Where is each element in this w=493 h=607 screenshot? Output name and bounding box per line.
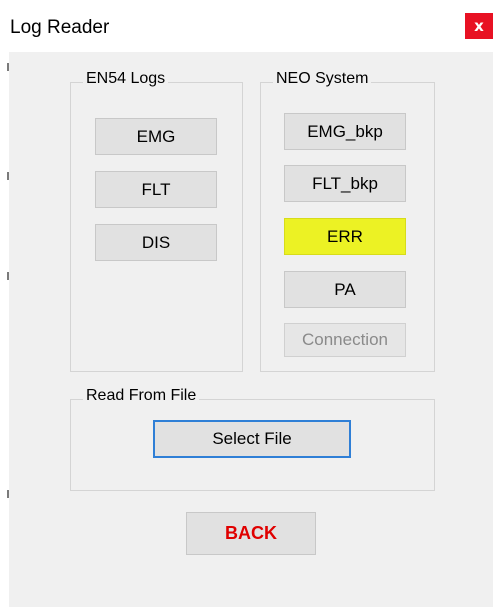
connection-button[interactable]: Connection: [284, 323, 406, 357]
dialog-body: EN54 Logs EMG FLT DIS NEO System EMG_bkp…: [9, 52, 493, 607]
window-title: Log Reader: [10, 17, 110, 38]
en54-logs-title: EN54 Logs: [83, 70, 169, 88]
select-file-button[interactable]: Select File: [153, 420, 351, 458]
flt-bkp-button[interactable]: FLT_bkp: [284, 165, 406, 202]
window-edge-mark: [7, 272, 9, 280]
read-from-file-title: Read From File: [83, 387, 200, 405]
back-button[interactable]: BACK: [186, 512, 316, 555]
emg-bkp-button[interactable]: EMG_bkp: [284, 113, 406, 150]
err-button[interactable]: ERR: [284, 218, 406, 255]
close-icon: x: [474, 17, 484, 35]
neo-system-title: NEO System: [273, 70, 372, 88]
window-edge-mark: [7, 490, 9, 498]
emg-button[interactable]: EMG: [95, 118, 217, 155]
title-bar: Log Reader x: [0, 0, 493, 52]
window-edge-mark: [7, 63, 9, 71]
flt-button[interactable]: FLT: [95, 171, 217, 208]
window-edge-mark: [7, 172, 9, 180]
dis-button[interactable]: DIS: [95, 224, 217, 261]
pa-button[interactable]: PA: [284, 271, 406, 308]
close-button[interactable]: x: [465, 13, 493, 39]
